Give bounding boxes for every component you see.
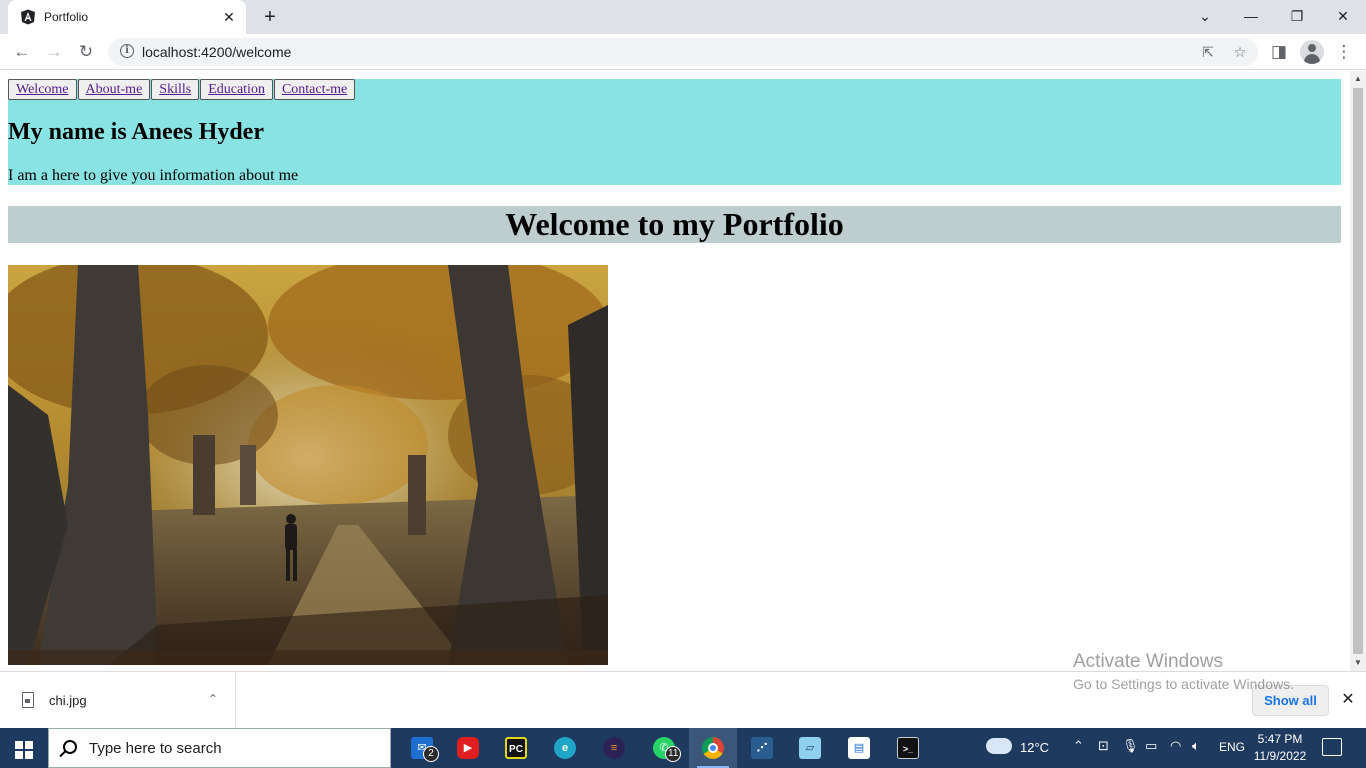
edge-app-icon[interactable]: e <box>541 728 589 768</box>
hidden-icons-chevron-icon[interactable]: ⌃ <box>1073 738 1084 754</box>
whatsapp-app-icon[interactable]: ✆ 11 <box>640 728 688 768</box>
terminal-app-icon[interactable]: >_ <box>884 728 932 768</box>
notification-icon[interactable] <box>1322 738 1342 756</box>
pycharm-app-icon[interactable]: PC <box>492 728 540 768</box>
search-placeholder: Type here to search <box>89 740 222 757</box>
temperature: 12°C <box>1020 740 1050 755</box>
scroll-up-icon[interactable]: ▲ <box>1350 71 1366 87</box>
address-bar[interactable]: i localhost:4200/welcome ⇱ ☆ <box>108 38 1258 66</box>
browser-toolbar: ← → ↻ i localhost:4200/welcome ⇱ ☆ ◨ ⋮ <box>0 34 1366 70</box>
download-filename[interactable]: chi.jpg <box>49 693 87 708</box>
tab-title: Portfolio <box>44 10 89 24</box>
name-heading: My name is Anees Hyder <box>8 119 264 145</box>
nav-education[interactable]: Education <box>200 79 273 100</box>
angular-icon <box>21 9 35 25</box>
tab-portfolio[interactable]: Portfolio ✕ <box>8 0 246 34</box>
chrome-app-icon[interactable] <box>689 728 737 768</box>
windows-taskbar: Type here to search ✉ 2 ▶ PC e ≡ ✆ 11 ⋰ … <box>0 728 1366 768</box>
download-shelf: chi.jpg ⌃ Show all ✕ <box>0 671 1366 728</box>
mail-badge: 2 <box>423 746 439 762</box>
volume-icon[interactable]: 🔈︎ <box>1192 738 1200 754</box>
youtube-app-icon[interactable]: ▶ <box>444 728 492 768</box>
tab-search-chevron-icon[interactable]: ⌄ <box>1191 4 1219 28</box>
taskbar-search-box[interactable]: Type here to search <box>48 728 391 768</box>
windows-start-icon[interactable] <box>0 728 48 768</box>
app-window-icon[interactable]: ▤ <box>835 728 883 768</box>
tab-close-icon[interactable]: ✕ <box>220 8 238 26</box>
restore-icon[interactable]: ❐ <box>1283 4 1311 28</box>
header-section: Welcome About-me Skills Education Contac… <box>8 79 1341 185</box>
search-icon <box>63 740 77 754</box>
side-panel-icon[interactable]: ◨ <box>1267 40 1291 64</box>
eclipse-app-icon[interactable]: ≡ <box>590 728 638 768</box>
whatsapp-badge: 11 <box>665 746 682 762</box>
cloud-icon <box>986 738 1012 754</box>
forward-icon[interactable]: → <box>42 40 66 64</box>
nav-bar: Welcome About-me Skills Education Contac… <box>8 79 356 100</box>
meet-now-icon[interactable]: ⊡ <box>1098 738 1109 754</box>
share-icon[interactable]: ⇱ <box>1198 42 1218 62</box>
file-icon <box>22 692 34 708</box>
chevron-up-icon[interactable]: ⌃ <box>204 690 222 708</box>
mysql-workbench-app-icon[interactable]: ⋰ <box>738 728 786 768</box>
page-viewport: Welcome About-me Skills Education Contac… <box>0 71 1350 671</box>
nav-about-me[interactable]: About-me <box>77 79 151 100</box>
wifi-icon[interactable]: ◠ <box>1170 738 1181 754</box>
intro-text: I am a here to give you information abou… <box>8 167 299 184</box>
language-indicator[interactable]: ENG <box>1219 740 1245 754</box>
scroll-thumb[interactable] <box>1353 88 1363 654</box>
nav-welcome[interactable]: Welcome <box>8 79 77 100</box>
download-item[interactable]: chi.jpg ⌃ <box>0 672 236 728</box>
notes-app-icon[interactable]: ▱ <box>786 728 834 768</box>
mail-app-icon[interactable]: ✉ 2 <box>398 728 446 768</box>
clock-time: 5:47 PM <box>1257 732 1303 746</box>
welcome-heading: Welcome to my Portfolio <box>8 206 1341 243</box>
window-close-icon[interactable]: ✕ <box>1329 4 1357 28</box>
scroll-down-icon[interactable]: ▼ <box>1350 655 1366 671</box>
download-shelf-close-icon[interactable]: ✕ <box>1338 690 1358 710</box>
battery-icon[interactable]: ▭ <box>1145 738 1157 754</box>
bookmark-star-icon[interactable]: ☆ <box>1230 42 1250 62</box>
site-info-icon[interactable]: i <box>120 44 134 58</box>
browser-menu-icon[interactable]: ⋮ <box>1332 40 1356 64</box>
reload-icon[interactable]: ↻ <box>74 40 98 64</box>
back-icon[interactable]: ← <box>10 40 34 64</box>
nav-contact-me[interactable]: Contact-me <box>273 79 356 100</box>
profile-avatar-icon[interactable] <box>1300 40 1324 64</box>
clock-date: 11/9/2022 <box>1253 749 1307 763</box>
autumn-forest-path-image <box>8 265 608 665</box>
taskbar-clock[interactable]: 5:47 PM 11/9/2022 <box>1250 731 1310 765</box>
tab-strip: Portfolio ✕ + ⌄ — ❐ ✕ <box>0 0 1366 34</box>
microphone-icon[interactable]: 🎙︎ <box>1122 738 1139 754</box>
show-all-button[interactable]: Show all <box>1252 685 1329 716</box>
page-scrollbar[interactable]: ▲ ▼ <box>1350 71 1366 671</box>
nav-skills[interactable]: Skills <box>151 79 200 100</box>
new-tab-button[interactable]: + <box>258 6 282 28</box>
address-url[interactable]: localhost:4200/welcome <box>142 44 291 60</box>
minimize-icon[interactable]: — <box>1237 4 1265 28</box>
